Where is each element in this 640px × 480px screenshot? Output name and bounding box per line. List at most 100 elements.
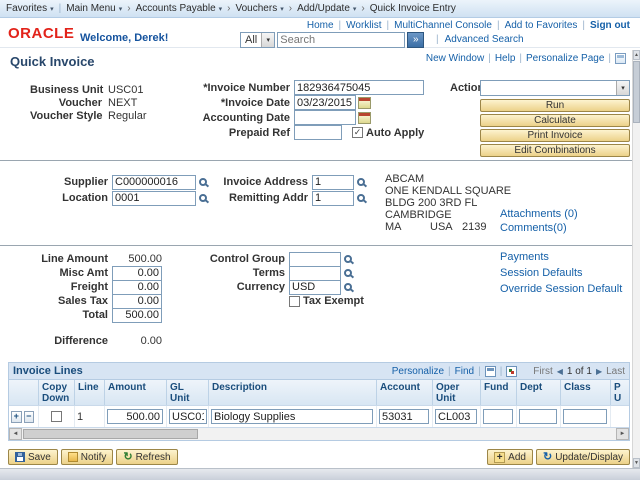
- terms-lookup-icon[interactable]: [344, 269, 352, 277]
- scroll-left-button[interactable]: ◄: [9, 428, 22, 440]
- sales-tax-input[interactable]: [112, 294, 162, 309]
- session-defaults-link[interactable]: Session Defaults: [500, 267, 622, 279]
- pager-prev-icon[interactable]: ◀: [557, 367, 563, 376]
- dept-input[interactable]: [519, 409, 557, 424]
- payments-link[interactable]: Payments: [500, 251, 622, 263]
- calculate-button[interactable]: Calculate: [480, 114, 630, 127]
- add-update-label: Add/Update: [297, 3, 350, 14]
- class-header: Class: [561, 380, 611, 405]
- home-link[interactable]: Home: [307, 20, 334, 31]
- chevron-down-icon: ▾: [50, 5, 54, 13]
- add-row-button[interactable]: +: [11, 411, 22, 423]
- separator: |: [387, 20, 390, 31]
- invoice-address-input[interactable]: [312, 175, 354, 190]
- print-invoice-button[interactable]: Print Invoice: [480, 129, 630, 142]
- gl-unit-input[interactable]: [169, 409, 207, 424]
- worklist-link[interactable]: Worklist: [346, 20, 381, 31]
- vertical-scroll-thumb[interactable]: [633, 61, 640, 123]
- search-scope-select[interactable]: All ▾: [240, 32, 275, 48]
- comments-link[interactable]: Comments(0): [500, 222, 578, 234]
- total-input[interactable]: [112, 308, 162, 323]
- breadcrumb-accounts-payable[interactable]: Accounts Payable ▾: [136, 3, 223, 14]
- find-link[interactable]: Find: [455, 366, 474, 377]
- accounting-date-input[interactable]: [294, 110, 356, 125]
- header-bar: ORACLE Welcome, Derek! Home | Worklist |…: [0, 18, 640, 48]
- misc-amt-input[interactable]: [112, 266, 162, 281]
- location-lookup-icon[interactable]: [199, 194, 207, 202]
- currency-lookup-icon[interactable]: [344, 283, 352, 291]
- favorites-menu[interactable]: Favorites ▾: [6, 3, 54, 14]
- breadcrumb-vouchers[interactable]: Vouchers ▾: [236, 3, 284, 14]
- update-display-button[interactable]: ↻ Update/Display: [536, 449, 630, 465]
- attachments-link[interactable]: Attachments (0): [500, 208, 578, 220]
- copy-down-checkbox[interactable]: [51, 411, 62, 422]
- clipped-cell: [611, 406, 629, 427]
- scroll-right-button[interactable]: ►: [616, 428, 629, 440]
- invoice-address-lookup-icon[interactable]: [357, 178, 365, 186]
- notify-button[interactable]: Notify: [61, 449, 114, 465]
- main-menu[interactable]: Main Menu ▾: [66, 3, 122, 14]
- separator: |: [59, 3, 62, 14]
- sign-out-link[interactable]: Sign out: [590, 20, 630, 31]
- grid-title: Invoice Lines: [13, 365, 83, 377]
- search-input[interactable]: [277, 32, 405, 48]
- refresh-button[interactable]: ↻ Refresh: [116, 449, 177, 465]
- delete-row-button[interactable]: −: [24, 411, 35, 423]
- invoice-date-input[interactable]: [294, 95, 356, 110]
- help-link[interactable]: Help: [495, 53, 516, 64]
- action-select[interactable]: ▾: [480, 80, 630, 96]
- save-button[interactable]: Save: [8, 449, 58, 465]
- remitting-addr-lookup-icon[interactable]: [357, 194, 365, 202]
- edit-combinations-button[interactable]: Edit Combinations: [480, 144, 630, 157]
- invoice-lines-grid: Invoice Lines Personalize | Find | | Fir…: [8, 362, 630, 441]
- copy-url-icon[interactable]: [615, 53, 626, 64]
- chevron-down-icon: ▾: [616, 81, 629, 95]
- save-label: Save: [28, 452, 51, 463]
- location-input[interactable]: [112, 191, 196, 206]
- calendar-icon[interactable]: [358, 112, 371, 124]
- search-go-button[interactable]: »: [407, 32, 424, 48]
- remitting-addr-input[interactable]: [312, 191, 354, 206]
- pager-last-link[interactable]: Last: [606, 366, 625, 377]
- multichannel-console-link[interactable]: MultiChannel Console: [394, 20, 492, 31]
- view-all-icon[interactable]: [485, 366, 496, 377]
- override-session-default-link[interactable]: Override Session Default: [500, 283, 622, 295]
- prepaid-ref-input[interactable]: [294, 125, 342, 140]
- freight-input[interactable]: [112, 280, 162, 295]
- scroll-up-button[interactable]: ▲: [633, 50, 640, 60]
- new-window-link[interactable]: New Window: [426, 53, 484, 64]
- breadcrumb-add-update[interactable]: Add/Update ▾: [297, 3, 356, 14]
- update-display-icon: ↻: [543, 452, 552, 462]
- fund-input[interactable]: [483, 409, 513, 424]
- terms-input[interactable]: [289, 266, 341, 281]
- advanced-search-link[interactable]: Advanced Search: [445, 34, 524, 45]
- control-group-lookup-icon[interactable]: [344, 255, 352, 263]
- tax-exempt-checkbox[interactable]: [289, 296, 300, 307]
- account-input[interactable]: [379, 409, 429, 424]
- pager-first-link[interactable]: First: [533, 366, 552, 377]
- personalize-page-link[interactable]: Personalize Page: [526, 53, 604, 64]
- pager-next-icon[interactable]: ▶: [596, 367, 602, 376]
- class-input[interactable]: [563, 409, 607, 424]
- calendar-icon[interactable]: [358, 97, 371, 109]
- supplier-lookup-icon[interactable]: [199, 178, 207, 186]
- horizontal-scroll-thumb[interactable]: [23, 429, 198, 439]
- control-group-input[interactable]: [289, 252, 341, 267]
- main-menu-label: Main Menu: [66, 3, 115, 14]
- supplier-input[interactable]: [112, 175, 196, 190]
- invoice-number-input[interactable]: [294, 80, 424, 95]
- download-to-excel-icon[interactable]: [506, 366, 517, 377]
- auto-apply-checkbox[interactable]: ✓: [352, 127, 363, 138]
- scroll-down-button[interactable]: ▼: [633, 458, 640, 468]
- currency-input[interactable]: [289, 280, 341, 295]
- breadcrumb-current-page: Quick Invoice Entry: [370, 3, 456, 14]
- description-input[interactable]: [211, 409, 373, 424]
- line-amount-input[interactable]: [107, 409, 163, 424]
- add-button[interactable]: + Add: [487, 449, 533, 465]
- run-button[interactable]: Run: [480, 99, 630, 112]
- difference-value: 0.00: [112, 335, 162, 347]
- personalize-link[interactable]: Personalize: [392, 366, 444, 377]
- oper-unit-input[interactable]: [435, 409, 477, 424]
- add-to-favorites-link[interactable]: Add to Favorites: [505, 20, 578, 31]
- terms-label: Terms: [205, 267, 285, 279]
